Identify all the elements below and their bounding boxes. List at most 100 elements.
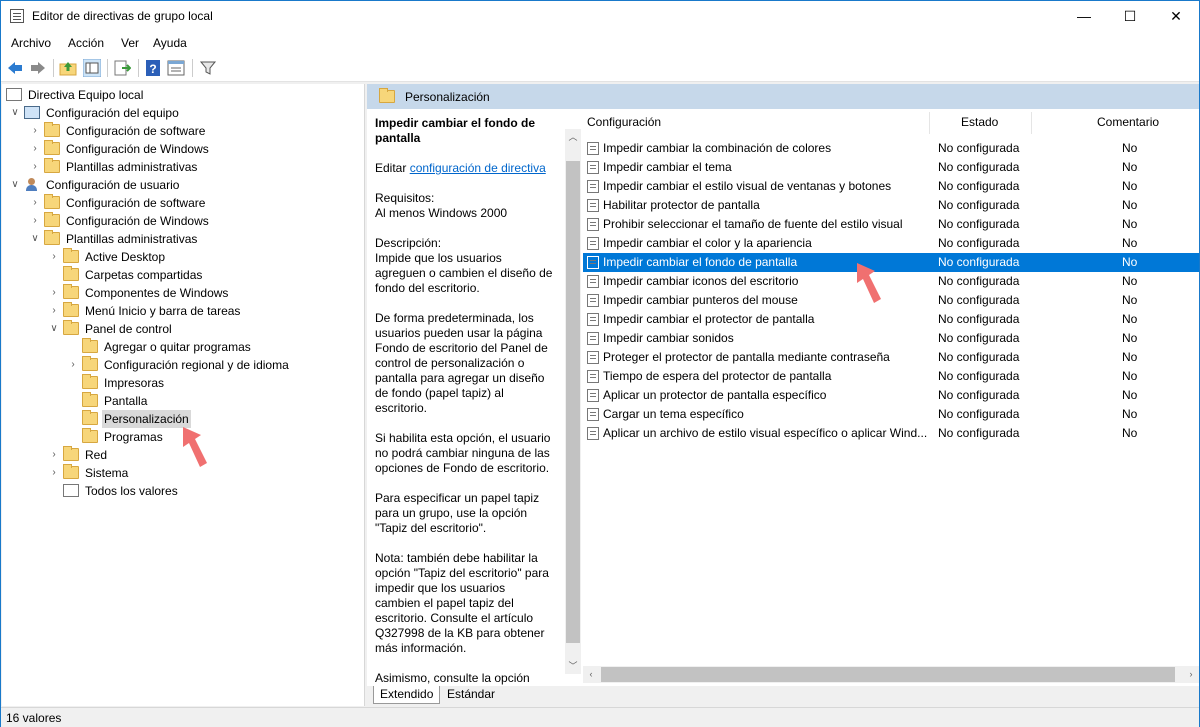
tree-item-label: Menú Inicio y barra de tareas (85, 304, 241, 318)
description-paragraph: Para especificar un papel tapiz para un … (375, 491, 540, 535)
tree-item-label: Programas (104, 430, 163, 444)
tree-item-label: Red (85, 448, 108, 462)
policy-setting-icon (587, 161, 599, 174)
collapse-chevron-icon[interactable]: ∨ (10, 176, 20, 194)
policy-name: Aplicar un archivo de estilo visual espe… (603, 426, 928, 440)
policy-state: No configurada (938, 179, 1020, 193)
policy-setting-icon (587, 294, 599, 307)
policy-setting-icon (587, 142, 599, 155)
folder-icon (63, 446, 79, 461)
scroll-thumb[interactable] (601, 667, 1175, 682)
edit-prefix: Editar (375, 161, 410, 175)
expand-chevron-icon[interactable]: › (30, 194, 40, 212)
folder-icon (44, 212, 60, 227)
policy-comment: No (1122, 160, 1138, 174)
policy-row[interactable]: Impedir cambiar iconos del escritorio No … (583, 272, 1199, 291)
policy-row[interactable]: Impedir cambiar el color y la apariencia… (583, 234, 1199, 253)
tree-item-label: Configuración de software (66, 124, 206, 138)
policy-row[interactable]: Impedir cambiar el protector de pantalla… (583, 310, 1199, 329)
close-button[interactable]: ✕ (1153, 1, 1199, 32)
tab-extendido[interactable]: Extendido (373, 686, 441, 704)
forward-icon[interactable] (29, 59, 47, 77)
description-scrollbar[interactable]: ︿ ﹀ (565, 129, 581, 674)
collapse-chevron-icon[interactable]: ∨ (49, 320, 59, 338)
policy-row[interactable]: Impedir cambiar sonidos No configurada No (583, 329, 1199, 348)
column-header-config[interactable]: Configuración (587, 109, 661, 135)
policy-row[interactable]: Aplicar un protector de pantalla específ… (583, 386, 1199, 405)
policy-comment: No (1122, 255, 1138, 269)
collapse-chevron-icon[interactable]: ∨ (10, 104, 20, 122)
description-pane: Impedir cambiar el fondo de pantalla Edi… (367, 109, 567, 686)
policy-name: Impedir cambiar el tema (603, 160, 732, 174)
folder-icon (63, 464, 79, 479)
edit-policy-link[interactable]: configuración de directiva (410, 161, 546, 175)
collapse-chevron-icon[interactable]: ∨ (30, 230, 40, 248)
scroll-up-icon[interactable]: ︿ (565, 129, 581, 145)
annotation-arrow-icon (857, 263, 881, 303)
maximize-button[interactable]: ☐ (1107, 1, 1153, 32)
column-separator[interactable] (929, 112, 930, 134)
expand-chevron-icon[interactable]: › (49, 302, 59, 320)
expand-chevron-icon[interactable]: › (49, 464, 59, 482)
policy-name: Impedir cambiar el protector de pantalla (603, 312, 815, 326)
column-separator[interactable] (1031, 112, 1032, 134)
menu-ayuda[interactable]: Ayuda (153, 36, 187, 50)
help-icon[interactable]: ? (144, 59, 162, 77)
policy-row[interactable]: Cargar un tema específico No configurada N… (583, 405, 1199, 424)
tree-item-label: Configuración de Windows (66, 214, 209, 228)
show-hide-tree-icon[interactable] (83, 59, 101, 77)
description-paragraph: Asimismo, consulte la opción "Permitir s… (375, 671, 530, 685)
tree-item-label: Plantillas administrativas (66, 232, 198, 246)
policy-row[interactable]: Habilitar protector de pantalla No config… (583, 196, 1199, 215)
column-header-comment[interactable]: Comentario (1097, 109, 1159, 135)
expand-chevron-icon[interactable]: › (30, 212, 40, 230)
policy-row[interactable]: Tiempo de espera del protector de pantal… (583, 367, 1199, 386)
expand-chevron-icon[interactable]: › (30, 140, 40, 158)
expand-chevron-icon[interactable]: › (49, 284, 59, 302)
scroll-down-icon[interactable]: ﹀ (565, 658, 581, 674)
folder-icon (44, 158, 60, 173)
policy-state: No configurada (938, 255, 1020, 269)
expand-chevron-icon[interactable]: › (68, 356, 78, 374)
annotation-arrow-icon (183, 427, 207, 467)
folder-icon (82, 356, 98, 371)
policy-row[interactable]: Impedir cambiar punteros del mouse No con… (583, 291, 1199, 310)
scroll-left-icon[interactable]: ‹ (583, 666, 599, 683)
policy-setting-icon (587, 180, 599, 193)
scroll-thumb[interactable] (566, 161, 580, 643)
policy-setting-icon (587, 275, 599, 288)
policy-row[interactable]: Aplicar un archivo de estilo visual espe… (583, 424, 1199, 443)
expand-chevron-icon[interactable]: › (49, 248, 59, 266)
minimize-button[interactable]: — (1061, 1, 1107, 32)
policy-comment: No (1122, 293, 1138, 307)
policy-row[interactable]: Proteger el protector de pantalla median… (583, 348, 1199, 367)
policy-row[interactable]: Impedir cambiar el fondo de pantalla No c… (583, 253, 1199, 272)
policy-row[interactable]: Prohibir seleccionar el tamaño de fuente… (583, 215, 1199, 234)
policy-name: Proteger el protector de pantalla median… (603, 350, 890, 364)
menu-archivo[interactable]: Archivo (11, 36, 51, 50)
tree-item-label: Plantillas administrativas (66, 160, 198, 174)
policy-row[interactable]: Impedir cambiar el estilo visual de vent… (583, 177, 1199, 196)
list-horizontal-scrollbar[interactable]: ‹ › (583, 666, 1199, 683)
properties-icon[interactable] (167, 59, 185, 77)
scroll-right-icon[interactable]: › (1183, 666, 1199, 683)
expand-chevron-icon[interactable]: › (30, 158, 40, 176)
menu-accion[interactable]: Acción (68, 36, 104, 50)
policy-state: No configurada (938, 274, 1020, 288)
back-icon[interactable] (6, 59, 24, 77)
column-header-state[interactable]: Estado (961, 109, 998, 135)
tab-estandar[interactable]: Estándar (441, 686, 501, 704)
export-list-icon[interactable] (113, 59, 131, 77)
menu-ver[interactable]: Ver (121, 36, 139, 50)
expand-chevron-icon[interactable]: › (30, 122, 40, 140)
policy-row[interactable]: Impedir cambiar la combinación de colore… (583, 139, 1199, 158)
tree-item-label: Personalización (102, 410, 191, 428)
policy-comment: No (1122, 407, 1138, 421)
expand-chevron-icon[interactable]: › (49, 446, 59, 464)
policy-setting-icon (587, 351, 599, 364)
tree-item-label: Configuración del equipo (46, 106, 179, 120)
filter-icon[interactable] (199, 59, 217, 77)
up-folder-icon[interactable] (59, 59, 77, 77)
policy-row[interactable]: Impedir cambiar el tema No configurada No (583, 158, 1199, 177)
policy-name: Impedir cambiar sonidos (603, 331, 734, 345)
